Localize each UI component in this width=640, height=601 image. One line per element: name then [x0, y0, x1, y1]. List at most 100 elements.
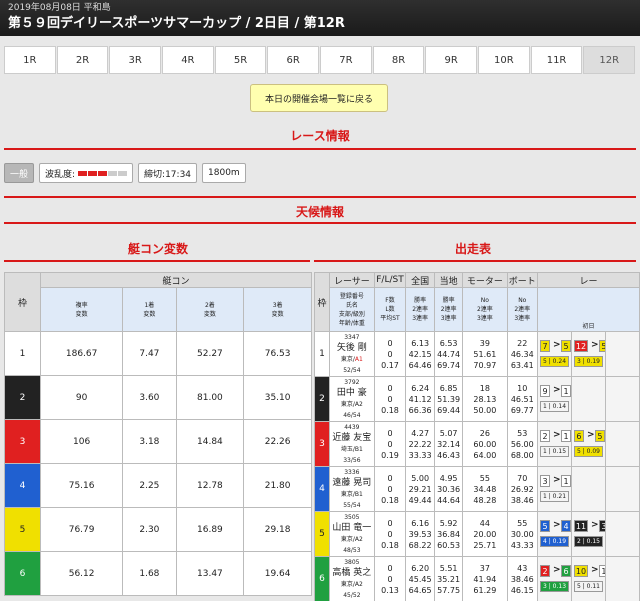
stat-cell: 10 46.51 69.77 [506, 376, 539, 422]
value-cell: 2.30 [122, 507, 177, 552]
racer-row[interactable]: 6 3805 高橋 英之 東京/A2 45/52 0 0 0.13 6.20 45.45 64.65… [314, 556, 640, 601]
stat-value: 6.13 [411, 338, 430, 348]
arrow-icon: > [553, 565, 561, 575]
sub-header: 複率 変数 [39, 287, 124, 332]
racer-cell[interactable]: 3347 矢後 剛東京/A1 52/54 [328, 331, 375, 377]
stat-value: 0 [387, 439, 393, 449]
racer-row[interactable]: 1 3347 矢後 剛東京/A1 52/54 0 0 0.17 6.13 42.15 64.46 6… [314, 331, 640, 377]
value-cell: 52.27 [175, 331, 245, 376]
race-tab-2r[interactable]: 2R [56, 46, 109, 74]
stat-cell: 18 28.13 50.00 [462, 376, 508, 422]
stat-value: 29.21 [408, 484, 432, 494]
stat-cell: 0 0 0.17 [373, 331, 407, 377]
value-cell: 81.00 [175, 375, 245, 420]
racer-row[interactable]: 2 3792 田中 豪東京/A2 46/54 0 0 0.18 6.24 41.12 66.36 6… [314, 376, 640, 422]
sub-header: 3着 変数 [243, 287, 312, 332]
race-tab-7r[interactable]: 7R [320, 46, 372, 74]
stat-value: 70 [517, 473, 528, 483]
sub-header: 1着 変数 [122, 287, 177, 332]
day1-result-2: 6 >5 5 | 0.09 [570, 421, 606, 467]
st-value: 0.15 [552, 448, 567, 455]
stat-cell: 4.27 22.22 33.33 [405, 421, 436, 467]
col-header: モーター [462, 272, 508, 288]
racer-row[interactable]: 4 3336 遠藤 晃司 東京/B1 55/54 0 0 0.18 5.00 29.21 49.44… [314, 466, 640, 512]
stat-value: 46.43 [437, 450, 461, 460]
col-header: レー [537, 272, 640, 288]
racer-name: 遠藤 晃司 [332, 478, 372, 488]
stat-value: 5.51 [439, 563, 458, 573]
col-group: 艇コン [40, 272, 312, 288]
race-tab-10r[interactable]: 10R [478, 46, 530, 74]
race-tab-8r[interactable]: 8R [372, 46, 425, 74]
col-header: 当地 [434, 272, 464, 288]
racer-age-weight: 46/54 [343, 412, 361, 419]
race-tab-9r[interactable]: 9R [425, 46, 478, 74]
race-tab-3r[interactable]: 3R [109, 46, 162, 74]
stat-value: 55 [479, 473, 490, 483]
stat-cell: 5.07 32.14 46.43 [434, 421, 464, 467]
divider [4, 148, 636, 150]
stat-cell: 5.51 35.21 57.75 [434, 556, 464, 601]
racer-reg-no: 3505 [344, 514, 360, 521]
race-tab-4r[interactable]: 4R [162, 46, 214, 74]
racer-cell[interactable]: 3336 遠藤 晃司 東京/B1 55/54 [328, 466, 375, 512]
racer-branch: 東京/A2 [330, 534, 373, 545]
racer-cell[interactable]: 3805 高橋 英之 東京/A2 45/52 [328, 556, 375, 601]
stat-value: 69.44 [437, 405, 461, 415]
stat-value: 34.48 [473, 484, 497, 494]
stat-value: 61.29 [473, 585, 497, 595]
day2-result [604, 556, 640, 601]
arrow-icon: > [590, 565, 599, 575]
course-box: 3 [540, 475, 550, 487]
divider [4, 260, 310, 262]
stat-value: 39.53 [408, 529, 432, 539]
value-cell: 13.47 [175, 551, 245, 596]
value-cell: 7.47 [122, 331, 177, 376]
arrow-icon: > [590, 520, 599, 530]
st-value: 0.19 [586, 358, 600, 365]
stat-value: 66.36 [408, 405, 432, 415]
race-tab-5r[interactable]: 5R [214, 46, 267, 74]
waku-cell: 1 [4, 331, 41, 376]
course-box: 5 [540, 520, 550, 532]
st-value: 0.11 [586, 583, 600, 590]
waku-cell: 3 [4, 419, 41, 464]
entry-table-wrap[interactable]: 枠レーサー F/L/ST 全国 当地 モーター ボート レー 登録番号 氏名 支部/級別 年… [314, 272, 640, 601]
racer-age-weight: 52/54 [343, 367, 361, 374]
stat-cell: 6.13 42.15 64.46 [405, 331, 436, 377]
race-date: 2019年08月08日 平和島 [8, 3, 111, 13]
grade-text: A1 [354, 356, 363, 363]
race-tab-6r[interactable]: 6R [267, 46, 320, 74]
race-tab-1r[interactable]: 1R [4, 46, 56, 74]
stat-value: 57.75 [437, 585, 461, 595]
table-row: 3 106 3.18 14.84 22.26 [4, 419, 312, 464]
course-box: 9 [540, 385, 550, 397]
rank-box: 3 [598, 520, 605, 532]
race-tab-11r[interactable]: 11R [530, 46, 583, 74]
branch-text: 東京/B1 [340, 491, 363, 498]
stat-cell: 5.92 36.84 60.53 [434, 511, 464, 557]
racer-row[interactable]: 3 4439 近藤 友宝 埼玉/B1 33/56 0 0 0.19 4.27 22.22 33.33… [314, 421, 640, 467]
back-to-venues-button[interactable]: 本日の開催会場一覧に戻る [250, 84, 388, 112]
stat-cell: 39 51.61 70.97 [462, 331, 508, 377]
racer-cell[interactable]: 3792 田中 豪東京/A2 46/54 [328, 376, 375, 422]
stat-value: 53 [517, 428, 528, 438]
race-tab-12r[interactable]: 12R [583, 46, 636, 74]
racer-branch: 東京/A1 [330, 354, 373, 365]
stat-value: 6.53 [439, 338, 458, 348]
result-cell [572, 378, 604, 421]
racer-row[interactable]: 5 3505 山田 竜一 東京/A2 48/53 0 0 0.18 6.16 39.53 68.22… [314, 511, 640, 557]
racer-cell[interactable]: 3505 山田 竜一 東京/A2 48/53 [328, 511, 375, 557]
stat-value: 5.07 [439, 428, 458, 438]
stat-value: 55 [517, 518, 528, 528]
racer-cell[interactable]: 4439 近藤 友宝 埼玉/B1 33/56 [328, 421, 375, 467]
waku-cell: 2 [314, 376, 330, 422]
result-cell: 3 >1 1 | 0.21 [538, 468, 571, 511]
rank-box: 6 [561, 565, 571, 577]
stat-value: 44.64 [437, 495, 461, 505]
result-cell: 7 >5 5 | 0.24 [538, 333, 571, 376]
rank-box: 4 [561, 520, 571, 532]
stat-value: 68.22 [408, 540, 432, 550]
branch-text: 東京/ [340, 356, 355, 363]
col-header: 全国 [405, 272, 436, 288]
